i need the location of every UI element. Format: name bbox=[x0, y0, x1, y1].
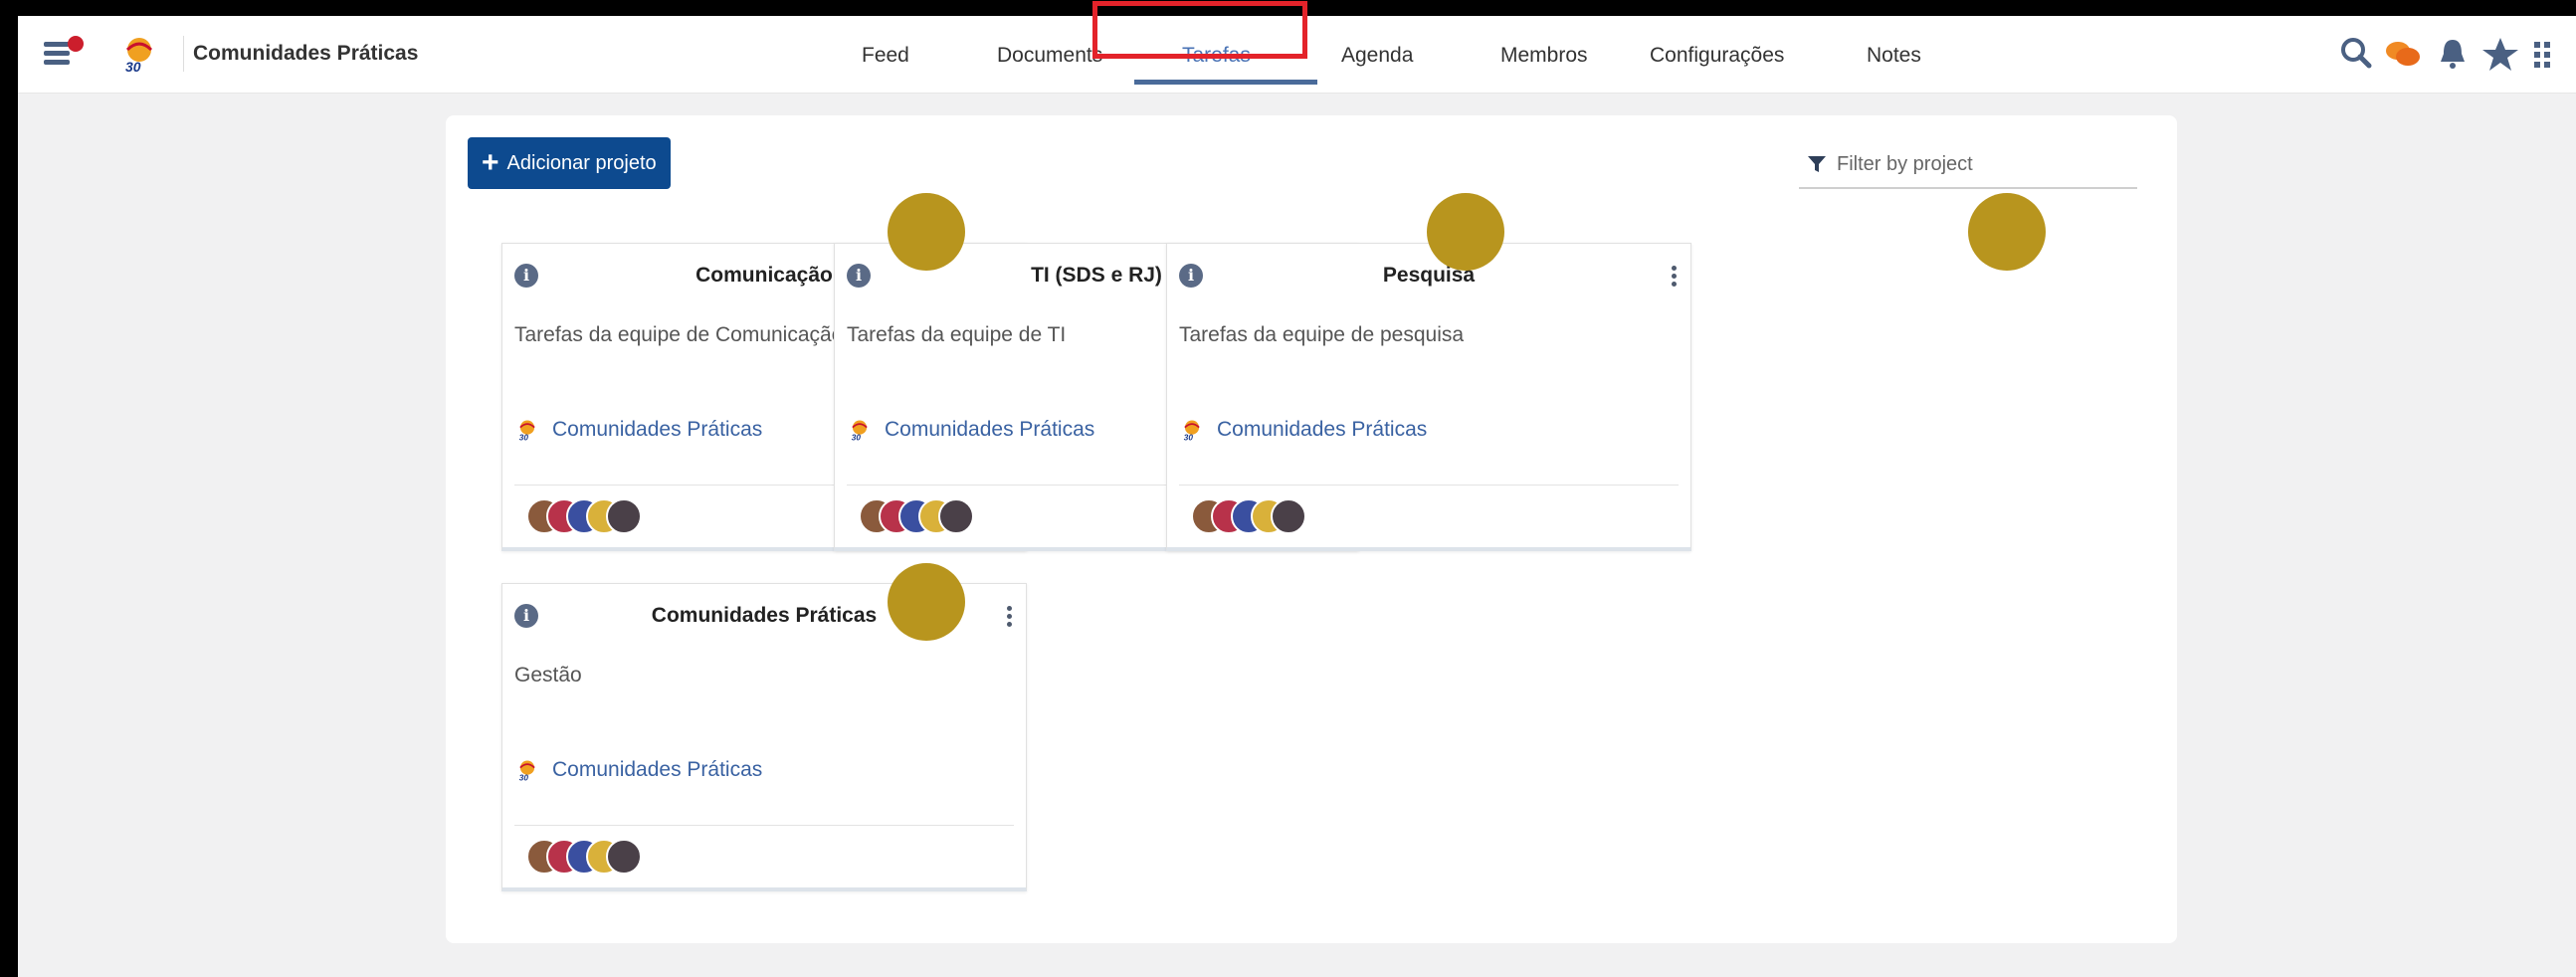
project-description: Tarefas da equipe de Comunicação bbox=[514, 323, 844, 346]
tab-feed[interactable]: Feed bbox=[862, 44, 909, 68]
filter-project-input[interactable]: Filter by project bbox=[1799, 141, 2137, 189]
info-icon[interactable]: i bbox=[847, 264, 871, 288]
plus-icon: + bbox=[482, 146, 499, 179]
card-divider bbox=[1179, 485, 1679, 486]
member-avatars bbox=[526, 839, 666, 877]
space-logo-icon: 30 bbox=[519, 420, 535, 443]
project-description: Gestão bbox=[514, 664, 582, 686]
tab-tarefas[interactable]: Tarefas bbox=[1182, 44, 1251, 68]
member-avatars bbox=[859, 498, 998, 536]
project-space-link[interactable]: 30 Comunidades Práticas bbox=[514, 757, 763, 783]
project-title[interactable]: Pesquisa bbox=[1227, 264, 1631, 288]
space-logo-icon: 30 bbox=[1184, 420, 1200, 443]
project-space-link[interactable]: 30 Comunidades Práticas bbox=[1179, 417, 1428, 443]
avatar[interactable] bbox=[938, 498, 974, 534]
space-navigation: Feed Documents Tarefas Agenda Membros Co… bbox=[18, 16, 2576, 94]
project-space-name: Comunidades Práticas bbox=[552, 758, 763, 781]
project-space-link[interactable]: 30 Comunidades Práticas bbox=[847, 417, 1095, 443]
project-card[interactable]: i Pesquisa Tarefas da equipe de pesquisa… bbox=[1166, 243, 1691, 551]
avatar[interactable] bbox=[606, 839, 642, 875]
space-logo-icon: 30 bbox=[852, 420, 868, 443]
project-space-link[interactable]: 30 Comunidades Práticas bbox=[514, 417, 763, 443]
card-divider bbox=[514, 825, 1014, 826]
projects-panel: + Adicionar projeto Filter by project i … bbox=[446, 115, 2177, 943]
svg-text:30: 30 bbox=[1184, 434, 1194, 443]
add-project-label: Adicionar projeto bbox=[506, 151, 657, 174]
tab-configuracoes[interactable]: Configurações bbox=[1650, 44, 1784, 68]
header-actions bbox=[2337, 34, 2576, 74]
project-space-name: Comunidades Práticas bbox=[552, 418, 763, 441]
project-space-name: Comunidades Práticas bbox=[885, 418, 1095, 441]
project-space-name: Comunidades Práticas bbox=[1217, 418, 1428, 441]
member-avatars bbox=[526, 498, 666, 536]
star-icon[interactable] bbox=[2480, 34, 2520, 74]
tutorial-marker bbox=[1968, 193, 2046, 271]
info-icon[interactable]: i bbox=[1179, 264, 1203, 288]
chat-icon[interactable] bbox=[2383, 34, 2423, 74]
apps-grid-icon[interactable] bbox=[2528, 34, 2568, 74]
project-description: Tarefas da equipe de pesquisa bbox=[1179, 323, 1465, 346]
filter-placeholder: Filter by project bbox=[1837, 152, 1973, 175]
svg-text:30: 30 bbox=[519, 434, 529, 443]
tab-documents[interactable]: Documents bbox=[997, 44, 1102, 68]
screen-frame-left bbox=[0, 0, 18, 977]
tutorial-marker bbox=[888, 193, 965, 271]
svg-text:30: 30 bbox=[519, 774, 529, 783]
member-avatars bbox=[1191, 498, 1330, 536]
tab-notes[interactable]: Notes bbox=[1867, 44, 1921, 68]
screen-frame-top bbox=[0, 0, 2576, 16]
tab-membros[interactable]: Membros bbox=[1500, 44, 1588, 68]
info-icon[interactable]: i bbox=[514, 604, 538, 628]
avatar[interactable] bbox=[1271, 498, 1306, 534]
filter-icon bbox=[1808, 156, 1826, 172]
more-options-icon[interactable] bbox=[1667, 262, 1681, 292]
search-icon[interactable] bbox=[2337, 34, 2377, 74]
active-tab-indicator bbox=[1134, 80, 1317, 85]
project-description: Tarefas da equipe de TI bbox=[847, 323, 1067, 346]
more-options-icon[interactable] bbox=[1002, 602, 1016, 632]
svg-text:30: 30 bbox=[852, 434, 862, 443]
top-bar: 30 Comunidades Práticas Feed Documents T… bbox=[18, 16, 2576, 94]
bell-icon[interactable] bbox=[2433, 34, 2473, 74]
info-icon[interactable]: i bbox=[514, 264, 538, 288]
tab-agenda[interactable]: Agenda bbox=[1341, 44, 1413, 68]
avatar[interactable] bbox=[606, 498, 642, 534]
tutorial-marker bbox=[1427, 193, 1504, 271]
add-project-button[interactable]: + Adicionar projeto bbox=[468, 137, 671, 189]
space-logo-icon: 30 bbox=[519, 760, 535, 783]
tutorial-marker bbox=[888, 563, 965, 641]
